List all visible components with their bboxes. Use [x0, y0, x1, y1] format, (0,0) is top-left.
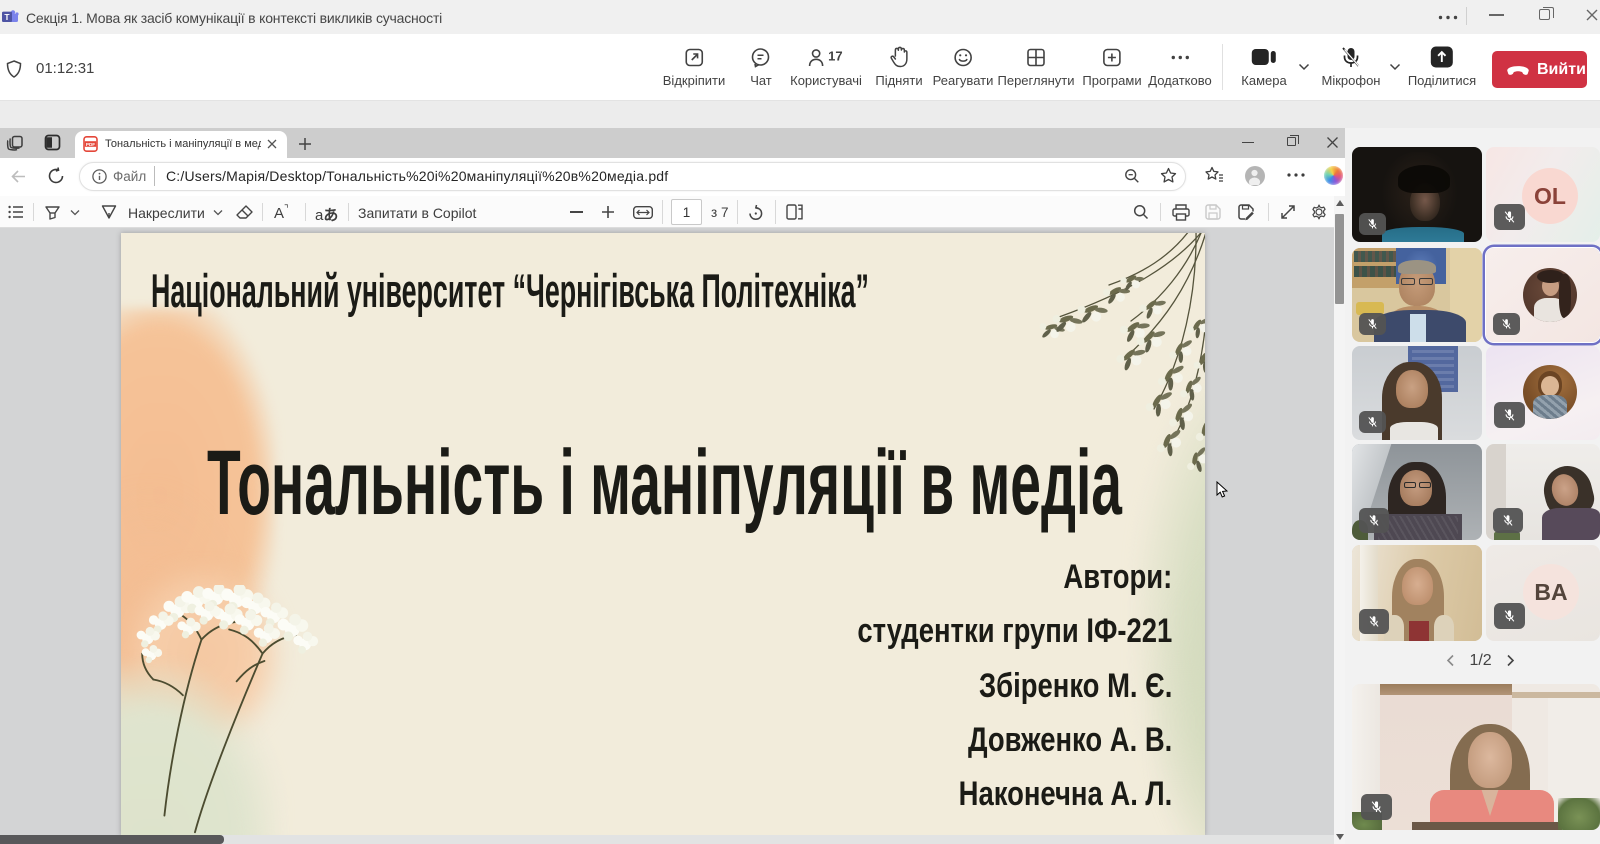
- svg-text:T: T: [4, 12, 10, 22]
- svg-text:PDF: PDF: [86, 142, 95, 147]
- svg-text:17: 17: [828, 48, 842, 63]
